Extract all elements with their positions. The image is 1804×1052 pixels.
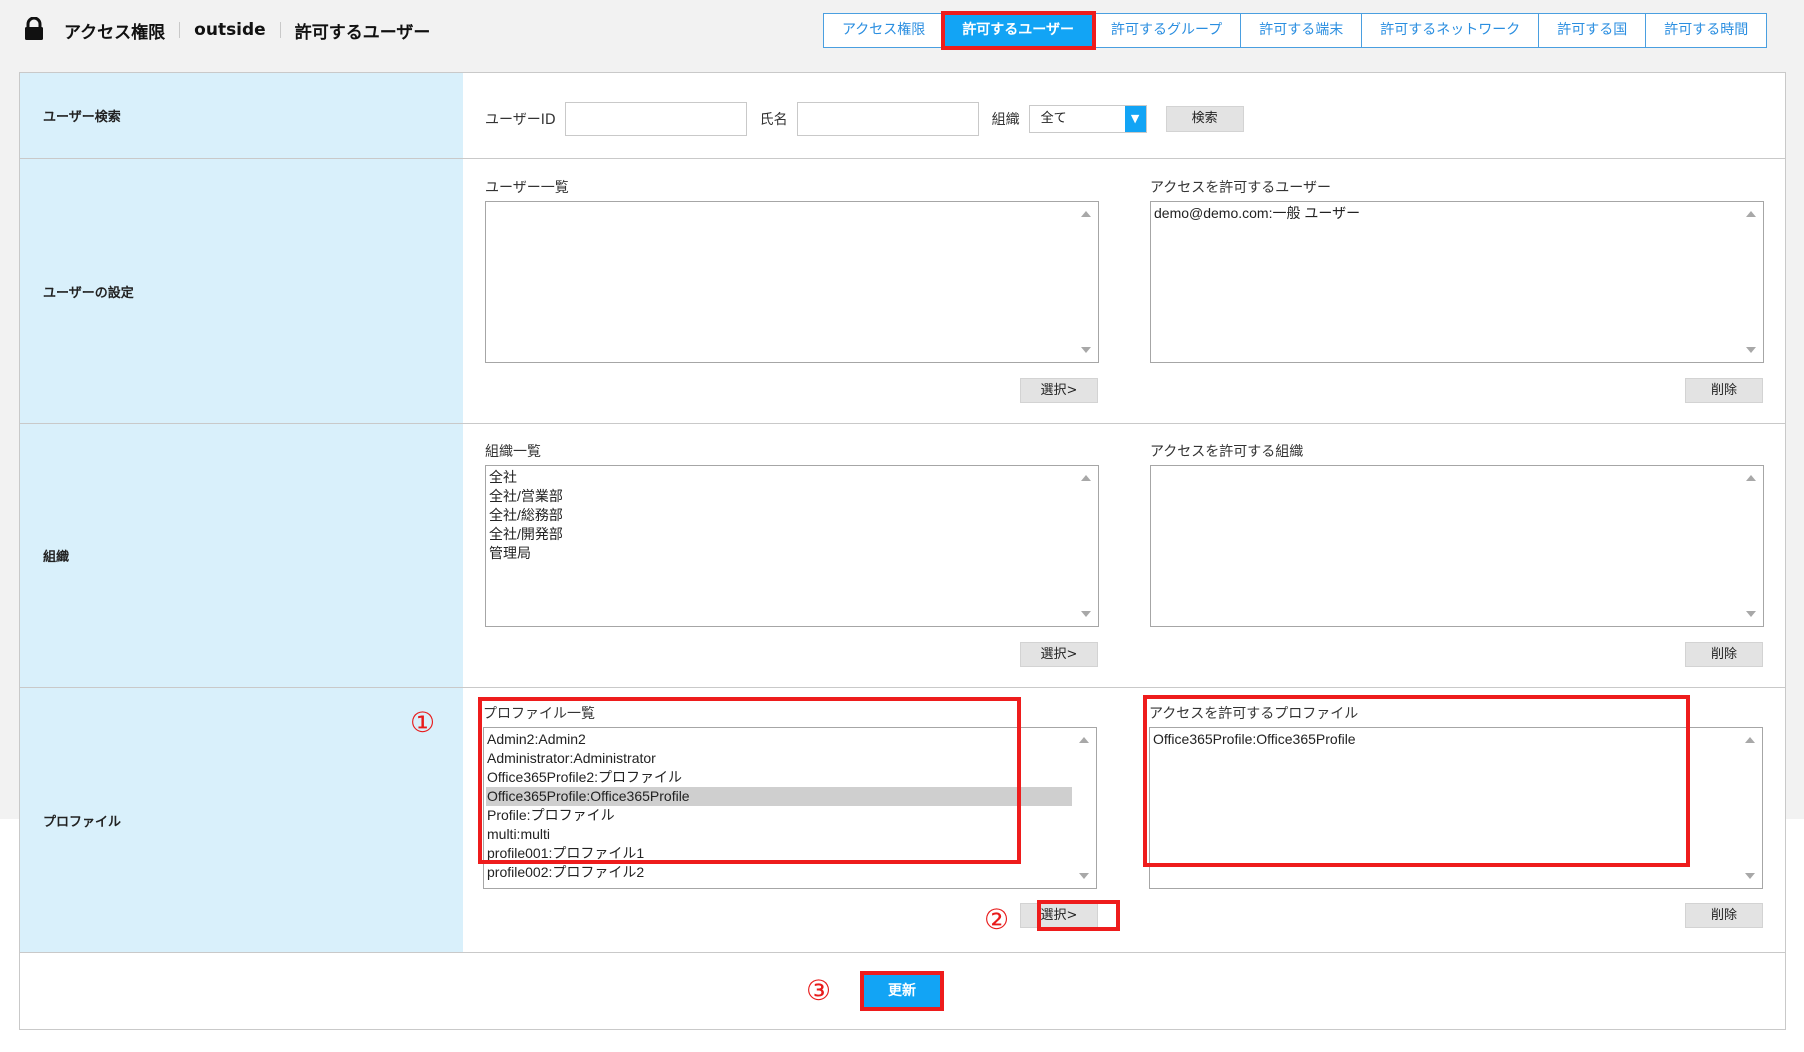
org-list-column: 組織一覧 全社 全社/営業部 全社/総務部 全社/開発部 管理局	[485, 443, 1099, 627]
org-list-box[interactable]: 全社 全社/営業部 全社/総務部 全社/開発部 管理局	[485, 465, 1099, 627]
tab-allowed-times[interactable]: 許可する時間	[1646, 14, 1766, 47]
scroll-up-icon[interactable]	[1746, 211, 1756, 217]
settings-panel: ユーザー検索 ユーザーID 氏名 組織 全て ▼ 検索 ユーザーの設定 ユーザー…	[19, 72, 1786, 1030]
org-select-button[interactable]: 選択>	[1020, 642, 1098, 667]
tab-allowed-networks[interactable]: 許可するネットワーク	[1362, 14, 1540, 47]
lock-icon	[25, 17, 43, 40]
list-item[interactable]: 全社/開発部	[488, 525, 1074, 544]
organization-label: 組織	[20, 424, 463, 687]
update-row: 更新 ③	[20, 953, 1785, 1031]
scroll-up-icon[interactable]	[1081, 211, 1091, 217]
tab-allowed-groups[interactable]: 許可するグループ	[1093, 14, 1242, 47]
organization-row: 組織 組織一覧 全社 全社/営業部 全社/総務部 全社/開発部 管理局 選択> …	[20, 424, 1785, 688]
scroll-down-icon[interactable]	[1079, 873, 1089, 879]
tab-allowed-users[interactable]: 許可するユーザー	[941, 11, 1097, 50]
user-list-column: ユーザー一覧	[485, 179, 1099, 363]
user-list-items	[486, 202, 1098, 204]
scrollbar[interactable]	[1076, 466, 1098, 626]
organization-content: 組織一覧 全社 全社/営業部 全社/総務部 全社/開発部 管理局 選択> アクセ…	[463, 424, 1785, 687]
header: アクセス権限 outside 許可するユーザー アクセス権限 許可するユーザー …	[0, 0, 1804, 60]
user-search-content: ユーザーID 氏名 組織 全て ▼ 検索	[463, 73, 1785, 158]
list-item[interactable]: 全社/総務部	[488, 506, 1074, 525]
org-delete-button[interactable]: 削除	[1685, 642, 1763, 667]
user-list-box[interactable]	[485, 201, 1099, 363]
user-delete-button[interactable]: 削除	[1685, 378, 1763, 403]
annotation-highlight-allowed-profiles	[1143, 695, 1690, 867]
annotation-marker-2: ②	[984, 903, 1010, 936]
scroll-down-icon[interactable]	[1746, 611, 1756, 617]
scroll-up-icon[interactable]	[1746, 475, 1756, 481]
dropdown-arrow-icon[interactable]: ▼	[1124, 106, 1146, 132]
annotation-marker-1: ①	[410, 706, 436, 739]
allowed-users-box[interactable]: demo@demo.com:一般 ユーザー	[1150, 201, 1764, 363]
user-list-title: ユーザー一覧	[485, 180, 569, 196]
annotation-highlight-update-button	[860, 971, 944, 1011]
list-item[interactable]: 全社/営業部	[488, 487, 1074, 506]
scrollbar[interactable]	[1741, 466, 1763, 626]
allowed-users-items: demo@demo.com:一般 ユーザー	[1151, 202, 1763, 223]
breadcrumb: アクセス権限 outside 許可するユーザー	[64, 18, 431, 43]
user-settings-row: ユーザーの設定 ユーザー一覧 選択> アクセスを許可するユーザー demo@de…	[20, 159, 1785, 424]
scroll-up-icon[interactable]	[1079, 737, 1089, 743]
user-id-label: ユーザーID	[485, 112, 556, 128]
tab-access-rights[interactable]: アクセス権限	[824, 14, 945, 47]
list-item[interactable]: profile002:プロファイル2	[486, 863, 1072, 882]
user-settings-content: ユーザー一覧 選択> アクセスを許可するユーザー demo@demo.com:一…	[463, 159, 1785, 423]
tab-allowed-countries[interactable]: 許可する国	[1539, 14, 1647, 47]
profile-label: プロファイル	[20, 688, 463, 952]
allowed-org-title: アクセスを許可する組織	[1150, 444, 1304, 460]
scrollbar[interactable]	[1074, 728, 1096, 888]
user-search-label: ユーザー検索	[20, 73, 463, 158]
update-content: 更新 ③	[20, 953, 1785, 1031]
name-input[interactable]	[796, 102, 979, 136]
allowed-org-box[interactable]	[1150, 465, 1764, 627]
search-form: ユーザーID 氏名 組織 全て ▼ 検索	[485, 102, 1244, 136]
search-button[interactable]: 検索	[1165, 106, 1244, 132]
list-item[interactable]: demo@demo.com:一般 ユーザー	[1153, 204, 1739, 223]
breadcrumb-divider	[279, 22, 281, 38]
org-select-value: 全て	[1040, 111, 1067, 126]
annotation-highlight-profile-list	[478, 697, 1021, 864]
allowed-users-title: アクセスを許可するユーザー	[1150, 180, 1332, 196]
list-item[interactable]: 管理局	[488, 544, 1074, 563]
list-item[interactable]: 全社	[488, 468, 1074, 487]
scrollbar[interactable]	[1741, 202, 1763, 362]
profile-row: プロファイル プロファイル一覧 Admin2:Admin2 Administra…	[20, 688, 1785, 953]
user-settings-label: ユーザーの設定	[20, 159, 463, 423]
scrollbar[interactable]	[1740, 728, 1762, 888]
breadcrumb-access-rights[interactable]: アクセス権限	[64, 18, 165, 43]
scroll-down-icon[interactable]	[1081, 347, 1091, 353]
org-list-items: 全社 全社/営業部 全社/総務部 全社/開発部 管理局	[486, 466, 1098, 563]
breadcrumb-outside[interactable]: outside	[194, 20, 266, 40]
breadcrumb-current-page: 許可するユーザー	[294, 22, 431, 43]
profile-delete-button[interactable]: 削除	[1685, 903, 1763, 928]
profile-content: プロファイル一覧 Admin2:Admin2 Administrator:Adm…	[410, 688, 1785, 952]
scroll-up-icon[interactable]	[1745, 737, 1755, 743]
name-label: 氏名	[759, 112, 788, 128]
allowed-users-column: アクセスを許可するユーザー demo@demo.com:一般 ユーザー	[1150, 179, 1764, 363]
tab-bar: アクセス権限 許可するユーザー 許可するグループ 許可する端末 許可するネットワ…	[823, 11, 1768, 50]
scroll-up-icon[interactable]	[1081, 475, 1091, 481]
scroll-down-icon[interactable]	[1081, 611, 1091, 617]
scrollbar[interactable]	[1076, 202, 1098, 362]
annotation-marker-3: ③	[806, 974, 832, 1007]
org-label: 組織	[991, 112, 1020, 128]
annotation-highlight-select-button	[1037, 900, 1120, 931]
allowed-org-items	[1151, 466, 1763, 468]
user-select-button[interactable]: 選択>	[1020, 378, 1098, 403]
tab-allowed-devices[interactable]: 許可する端末	[1241, 14, 1363, 47]
breadcrumb-divider	[179, 22, 181, 38]
user-id-input[interactable]	[564, 102, 747, 136]
org-select[interactable]: 全て ▼	[1028, 105, 1147, 133]
scroll-down-icon[interactable]	[1746, 347, 1756, 353]
org-list-title: 組織一覧	[485, 444, 541, 460]
scroll-down-icon[interactable]	[1745, 873, 1755, 879]
user-search-row: ユーザー検索 ユーザーID 氏名 組織 全て ▼ 検索	[20, 73, 1785, 159]
allowed-org-column: アクセスを許可する組織	[1150, 443, 1764, 627]
